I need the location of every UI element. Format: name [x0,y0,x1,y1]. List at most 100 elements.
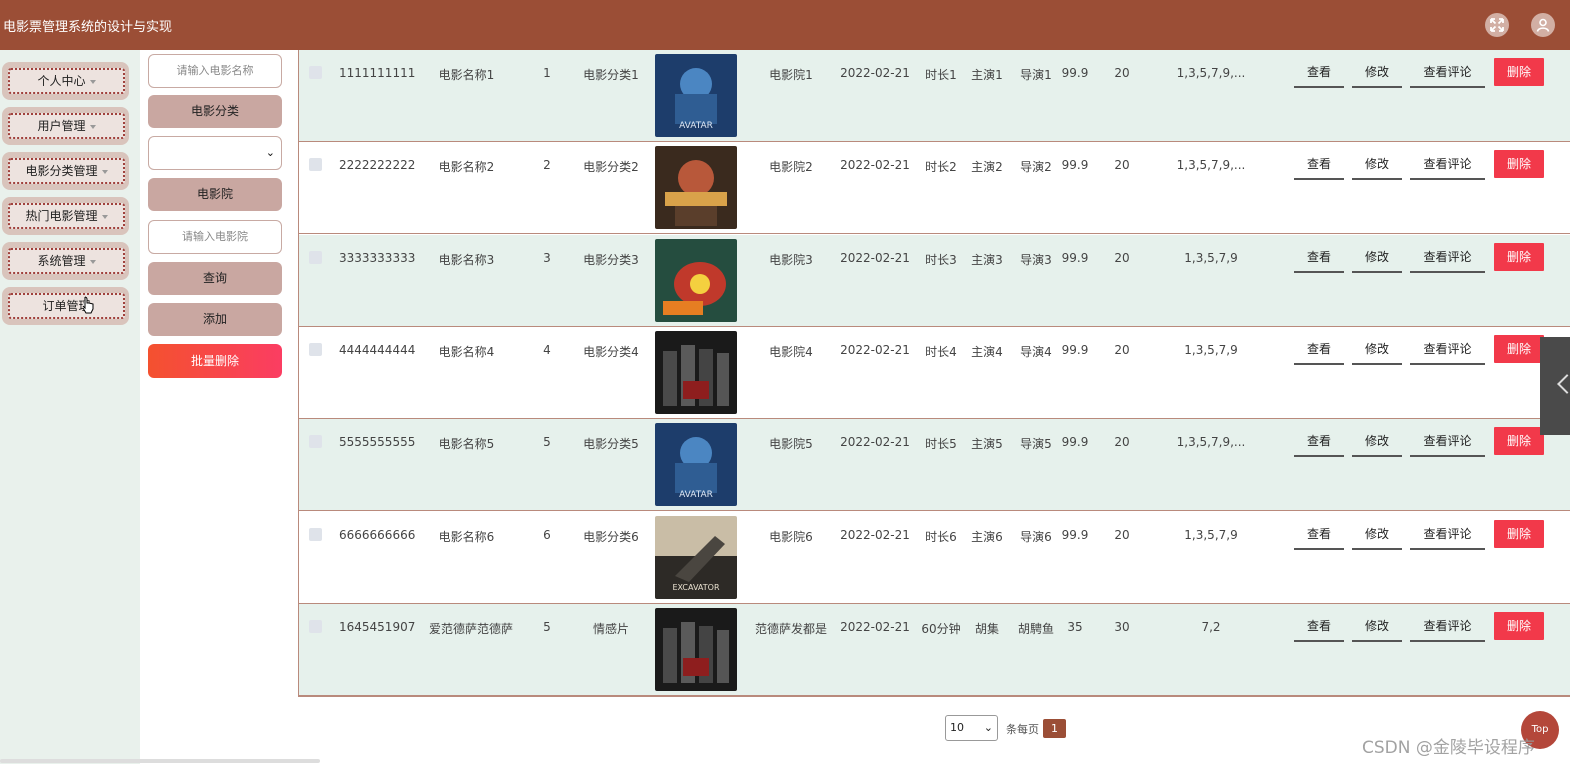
view-comments-button[interactable]: 查看评论 [1410,430,1485,458]
cell-num: 6 [543,527,551,542]
cell-price: 99.9 [1061,250,1089,265]
cell-director: 导演3 [1020,252,1052,267]
movie-name-search-input[interactable]: 请输入电影名称 [148,54,282,88]
movie-table: 1111111111 电影名称1 1 电影分类1 电影院1 2022-02-21 时长1 主演… [298,50,1570,697]
sidebar-item-hot-movie-management[interactable]: 热门电影管理 [2,197,129,235]
cell-date: 2022-02-21 [840,435,910,450]
cell-director: 导演5 [1020,437,1052,452]
fullscreen-icon[interactable] [1485,13,1509,37]
edit-button[interactable]: 修改 [1352,430,1402,458]
edit-button[interactable]: 修改 [1352,61,1402,88]
collapse-tab[interactable] [1540,337,1570,435]
cell-schedule: 1,3,5,7,9 [1184,342,1238,357]
chevron-down-icon [89,79,96,84]
edit-button[interactable]: 修改 [1352,246,1402,273]
batch-delete-button[interactable]: 批量删除 [148,344,282,378]
cell-schedule: 1,3,5,7,9,... [1176,158,1246,173]
table-row: 2222222222 电影名称2 2 电影分类2 电影院2 2022-02-21 时长2 主演… [299,142,1570,235]
cell-date: 2022-02-21 [840,527,910,542]
cell-date: 2022-02-21 [840,250,910,265]
cell-category: 电影分类3 [583,252,639,267]
cell-director: 导演6 [1020,529,1052,544]
query-button[interactable]: 查询 [148,262,282,295]
sidebar-item-system-management[interactable]: 系统管理 [2,242,129,280]
user-icon[interactable] [1531,13,1555,37]
movie-category-select[interactable]: ⌄ [148,136,282,170]
chevron-down-icon [101,169,108,174]
view-button[interactable]: 查看 [1294,338,1344,365]
cell-cinema: 电影院1 [769,68,813,82]
view-comments-button[interactable]: 查看评论 [1410,523,1485,550]
row-checkbox[interactable] [309,66,322,79]
chevron-down-icon: ⌄ [983,721,993,734]
sidebar-item-personal-center[interactable]: 个人中心 [2,62,129,100]
cell-duration: 时长5 [925,437,957,452]
app-header: 电影票管理系统的设计与实现 [0,0,1570,50]
poster-avatar-image: AVATAR [655,423,737,507]
watermark: CSDN @金陵毕设程序 [1362,738,1535,758]
sidebar-item-label: 个人中心 [37,74,86,88]
sidebar-item-label: 系统管理 [37,254,86,268]
edit-button[interactable]: 修改 [1352,523,1402,550]
cell-num: 4 [543,342,551,357]
mouse-cursor-icon [82,296,94,314]
view-comments-button[interactable]: 查看评论 [1410,153,1485,181]
view-comments-button[interactable]: 查看评论 [1410,338,1485,365]
cinema-search-input[interactable]: 请输入电影院 [148,220,282,254]
chevron-down-icon: ⌄ [265,146,275,159]
cell-director: 导演2 [1020,160,1052,175]
sidebar-item-category-management[interactable]: 电影分类管理 [2,152,129,190]
edit-button[interactable]: 修改 [1352,153,1402,181]
cell-id: 1111111111 [339,66,416,80]
cell-num: 1 [543,66,551,80]
view-comments-button[interactable]: 查看评论 [1410,615,1485,642]
cell-id: 6666666666 [339,527,416,542]
poster-excavator-image: EXCAVATOR [655,515,737,599]
view-button[interactable]: 查看 [1294,430,1344,458]
delete-button[interactable]: 删除 [1494,242,1544,271]
cell-price: 99.9 [1061,158,1089,173]
edit-button[interactable]: 修改 [1352,615,1402,642]
sidebar-item-user-management[interactable]: 用户管理 [2,107,129,145]
poster-dragon-image [655,238,737,322]
cell-num: 2 [543,158,551,173]
row-checkbox[interactable] [309,342,322,356]
view-button[interactable]: 查看 [1294,61,1344,88]
table-row: 1645451907 爱范德萨范德萨 5 情感片 范德萨发都是 2022-02-21 60分… [299,603,1570,696]
view-button[interactable]: 查看 [1294,246,1344,273]
horizontal-scrollbar[interactable] [0,759,320,763]
row-checkbox[interactable] [309,158,322,172]
delete-button[interactable]: 删除 [1494,427,1544,456]
view-button[interactable]: 查看 [1294,153,1344,181]
view-button[interactable]: 查看 [1294,615,1344,642]
cell-price: 99.9 [1061,435,1089,450]
cell-lead: 胡集 [974,621,999,636]
sidebar-item-order-management[interactable]: 订单管理 [2,287,129,325]
row-checkbox[interactable] [309,250,322,264]
cell-price: 99.9 [1061,527,1089,542]
view-button[interactable]: 查看 [1294,523,1344,550]
delete-button[interactable]: 删除 [1494,334,1544,363]
sidebar-item-label: 用户管理 [37,119,86,133]
cell-name: 电影名称1 [438,68,495,82]
row-checkbox[interactable] [309,619,322,633]
delete-button[interactable]: 删除 [1494,150,1544,179]
cell-schedule: 7,2 [1201,619,1221,634]
row-checkbox[interactable] [309,435,322,449]
cell-director: 导演1 [1020,68,1052,82]
page-size-select[interactable]: 10 ⌄ [945,715,998,741]
delete-button[interactable]: 删除 [1494,611,1544,640]
add-button[interactable]: 添加 [148,303,282,336]
row-checkbox[interactable] [309,527,322,541]
view-comments-button[interactable]: 查看评论 [1410,246,1485,273]
view-comments-button[interactable]: 查看评论 [1410,61,1485,88]
cell-seats: 20 [1114,342,1130,357]
cell-num: 5 [543,435,551,450]
chevron-down-icon [101,214,108,219]
page-number-button[interactable]: 1 [1043,719,1066,738]
cell-seats: 20 [1114,435,1130,450]
delete-button[interactable]: 删除 [1494,58,1544,86]
cell-schedule: 1,3,5,7,9,... [1176,435,1246,450]
edit-button[interactable]: 修改 [1352,338,1402,365]
delete-button[interactable]: 删除 [1494,519,1544,548]
